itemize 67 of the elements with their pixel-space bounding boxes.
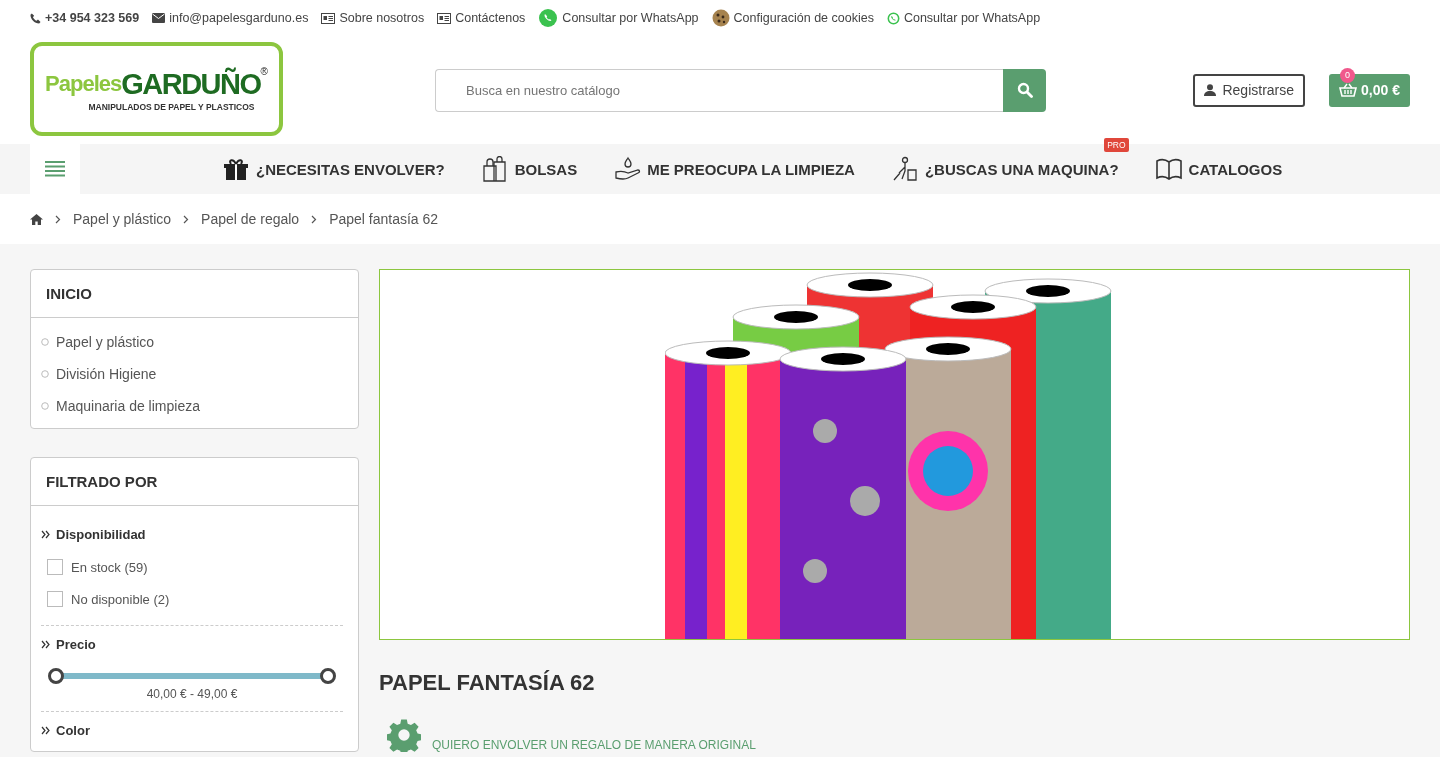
menu-item[interactable]: ME PREOCUPA LA LIMPIEZA [613, 156, 855, 182]
breadcrumb-link[interactable]: Papel de regalo [201, 211, 300, 227]
menu-item[interactable]: ¿BUSCAS UNA MAQUINA? [890, 156, 1119, 182]
category-link[interactable]: División Higiene [56, 366, 157, 382]
double-chevron-icon [41, 639, 50, 649]
register-button[interactable]: Registrarse [1193, 73, 1306, 107]
home-icon [30, 213, 43, 225]
logo-text: Papeles [45, 71, 122, 98]
open-book-icon [1154, 156, 1183, 182]
double-chevron-icon [41, 725, 50, 735]
breadcrumb-link[interactable]: Papel fantasía 62 [329, 211, 439, 227]
envelope-icon [152, 13, 166, 23]
circle-bullet-icon [41, 402, 49, 410]
logo[interactable]: PapelesGARDUÑO® MANIPULADOS DE PAPEL Y PLASTICOS [30, 42, 283, 136]
contact-link[interactable]: Sobre nosotros [321, 11, 425, 25]
checkbox[interactable] [47, 591, 63, 607]
logo-text: GARDUÑO [121, 66, 261, 102]
contact-link[interactable]: info@papelesgarduno.es [152, 11, 309, 25]
contact-link[interactable]: +34 954 323 569 [30, 11, 140, 25]
contact-link[interactable]: Configuración de cookies [711, 9, 874, 27]
search-field[interactable]: Busca en nuestro catálogo [435, 68, 1003, 112]
slider-handle[interactable] [48, 668, 64, 684]
logo-tagline: MANIPULADOS DE PAPEL Y PLASTICOS [88, 102, 255, 112]
filter-heading: Disponibilidad [56, 526, 146, 542]
menu-item[interactable]: ¿NECESITAS ENVOLVER? [222, 156, 445, 182]
search-icon [1016, 82, 1033, 98]
menu-icon[interactable] [45, 161, 65, 177]
search-button[interactable] [1003, 68, 1046, 112]
menu-item[interactable]: BOLSAS [480, 156, 578, 182]
circle-bullet-icon [41, 338, 49, 346]
pro-badge: PRO [1104, 138, 1129, 152]
hand-washing-icon [613, 156, 642, 182]
contact-link[interactable]: Consultar por WhatsApp [886, 11, 1041, 25]
product-title: PAPEL FANTASÍA 62 [379, 670, 596, 696]
registered-mark: ® [260, 66, 268, 77]
checkbox-label: En stock (59) [71, 559, 148, 575]
chevron-right-icon [311, 214, 318, 224]
user-icon [1204, 84, 1217, 96]
menu-item[interactable]: CATALOGOS [1154, 156, 1283, 182]
id-card-icon [437, 12, 452, 24]
shopping-bags-icon [480, 156, 509, 182]
id-card-icon [321, 12, 336, 24]
chat-bubble-icon [886, 11, 900, 25]
checkbox[interactable] [47, 559, 63, 575]
price-range-text: 40,00 € - 49,00 € [145, 687, 239, 701]
chevron-right-icon [183, 214, 190, 224]
category-link[interactable]: Papel y plástico [56, 334, 155, 350]
circle-bullet-icon [41, 370, 49, 378]
category-link[interactable]: Maquinaria de limpieza [56, 398, 200, 414]
contact-link[interactable]: Contáctenos [437, 11, 526, 25]
chat-bubble-icon [538, 8, 559, 28]
filter-heading: Precio [56, 636, 96, 652]
gift-icon [222, 156, 250, 182]
breadcrumb-link[interactable]: Papel y plástico [73, 211, 172, 227]
contact-link[interactable]: Consultar por WhatsApp [538, 8, 699, 28]
slider-handle[interactable] [320, 668, 336, 684]
chevron-right-icon [55, 214, 61, 224]
cookie-icon [711, 9, 730, 27]
double-chevron-icon [41, 529, 50, 539]
checkbox-label: No disponible (2) [71, 591, 170, 607]
basket-icon [1339, 83, 1358, 97]
panel-title: INICIO [31, 270, 358, 318]
count-badge: 0 [1340, 67, 1356, 83]
gear-icon [387, 718, 421, 752]
panel-title: FILTRADO POR [31, 458, 358, 506]
filter-heading: Color [56, 722, 90, 738]
phone-icon [30, 12, 41, 24]
